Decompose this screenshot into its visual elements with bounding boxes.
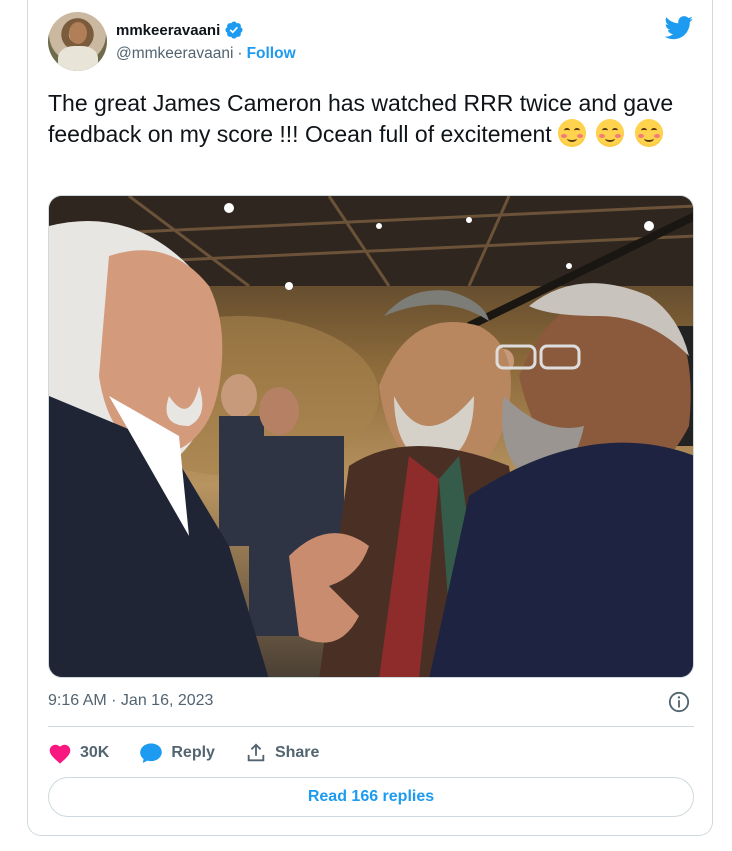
share-label: Share bbox=[274, 744, 320, 761]
author-display-name[interactable]: mmkeeravaani bbox=[116, 22, 220, 39]
like-button[interactable]: 30K bbox=[48, 742, 109, 764]
reply-button[interactable]: Reply bbox=[139, 742, 215, 764]
reply-bubble-icon bbox=[140, 743, 163, 763]
info-icon[interactable] bbox=[668, 691, 690, 713]
verified-badge-icon bbox=[225, 21, 243, 39]
tweet-photo[interactable] bbox=[48, 195, 694, 678]
photo-illustration bbox=[49, 196, 693, 677]
action-bar: 30K Reply Share bbox=[48, 739, 349, 767]
author-name-row: mmkeeravaani bbox=[116, 20, 244, 40]
author-handle-row: @mmkeeravaani · Follow bbox=[116, 45, 296, 63]
follow-button[interactable]: Follow bbox=[247, 45, 296, 63]
tweet-text-block: The great James Cameron has watched RRR … bbox=[48, 88, 698, 150]
heart-icon bbox=[49, 744, 71, 764]
share-upload-icon bbox=[247, 743, 265, 762]
divider bbox=[48, 726, 694, 727]
smiling-emoji-icon bbox=[558, 119, 587, 147]
avatar-face bbox=[69, 22, 87, 44]
reply-label: Reply bbox=[171, 744, 215, 761]
tweet-timestamp[interactable]: 9:16 AM · Jan 16, 2023 bbox=[48, 692, 213, 710]
like-count: 30K bbox=[80, 744, 110, 761]
handle-separator: · bbox=[237, 45, 243, 62]
avatar-body bbox=[58, 46, 98, 71]
read-replies-button[interactable]: Read 166 replies bbox=[48, 777, 694, 817]
author-avatar[interactable] bbox=[48, 12, 107, 71]
smiling-emoji-icon bbox=[596, 119, 625, 147]
share-button[interactable]: Share bbox=[245, 742, 319, 764]
smiling-emoji-icon bbox=[634, 119, 663, 147]
author-handle[interactable]: @mmkeeravaani bbox=[116, 45, 233, 63]
twitter-bird-icon[interactable] bbox=[664, 16, 694, 40]
